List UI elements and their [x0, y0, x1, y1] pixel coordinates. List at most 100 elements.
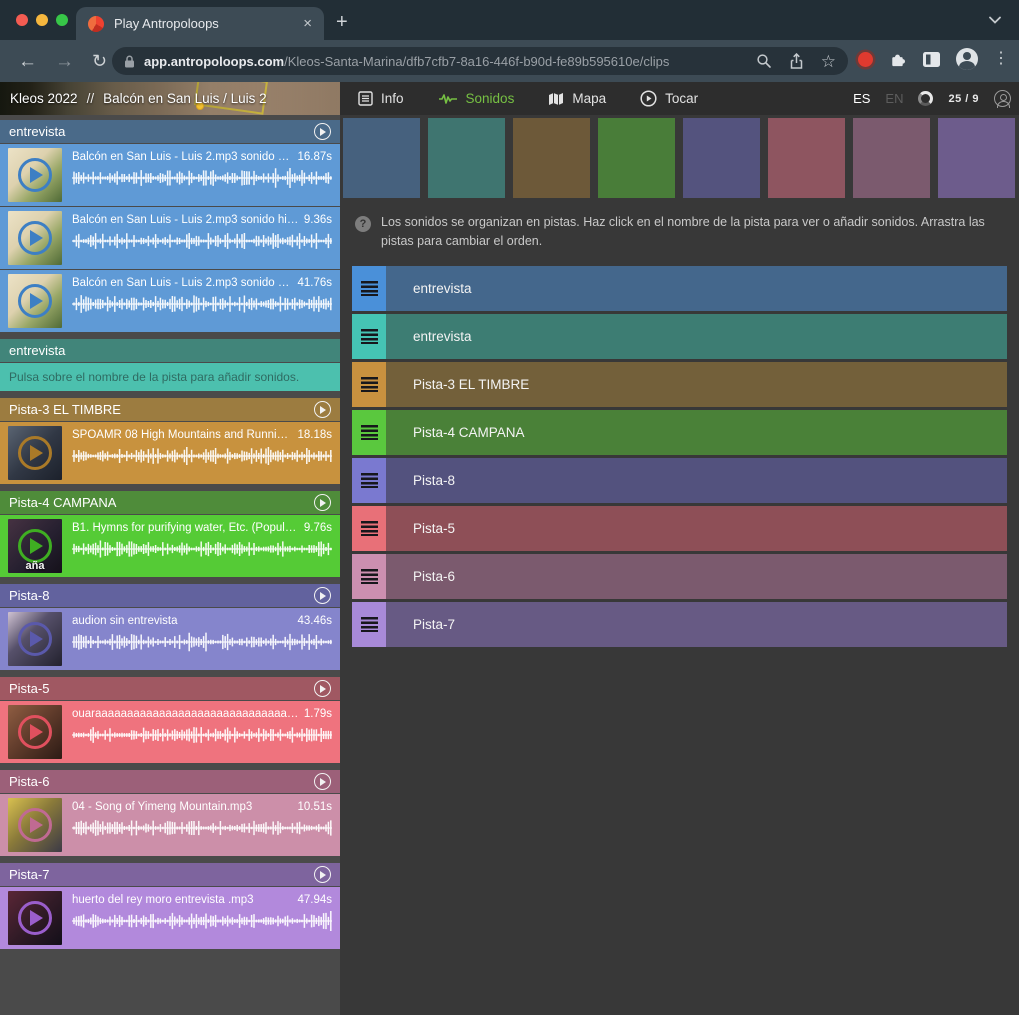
window-zoom-button[interactable]: [56, 14, 68, 26]
track-header[interactable]: entrevista: [0, 120, 340, 143]
new-tab-button[interactable]: +: [336, 12, 348, 32]
track-play-button[interactable]: [314, 773, 331, 790]
track-play-button[interactable]: [314, 123, 331, 140]
clip-play-icon[interactable]: [18, 529, 52, 563]
waveform[interactable]: [72, 911, 332, 931]
account-icon[interactable]: [994, 90, 1011, 107]
browser-menu-icon[interactable]: ⋮: [993, 51, 1009, 67]
clip-thumbnail[interactable]: [8, 798, 62, 852]
lang-en-button[interactable]: EN: [885, 91, 903, 106]
track-header[interactable]: Pista-7: [0, 863, 340, 886]
waveform[interactable]: [72, 231, 332, 251]
chevron-down-icon[interactable]: [989, 16, 1001, 24]
track-color-swatch[interactable]: [683, 118, 760, 198]
audio-clip[interactable]: Balcón en San Luis - Luis 2.mp3 sonido h…: [0, 144, 340, 206]
track-color-swatch[interactable]: [598, 118, 675, 198]
waveform[interactable]: [72, 168, 332, 188]
tab-close-icon[interactable]: ×: [303, 16, 312, 31]
track-color-swatch[interactable]: [938, 118, 1015, 198]
track-color-swatch[interactable]: [513, 118, 590, 198]
track-color-swatch[interactable]: [343, 118, 420, 198]
track-header[interactable]: Pista-6: [0, 770, 340, 793]
clip-play-icon[interactable]: [18, 715, 52, 749]
track-row-entrevista-1[interactable]: entrevista: [352, 266, 1007, 311]
clip-thumbnail[interactable]: [8, 148, 62, 202]
clip-thumbnail[interactable]: [8, 891, 62, 945]
track-row-pista-7[interactable]: Pista-7: [352, 602, 1007, 647]
track-row-entrevista-2[interactable]: entrevista: [352, 314, 1007, 359]
track-row-pista-4[interactable]: Pista-4 CAMPANA: [352, 410, 1007, 455]
clip-play-icon[interactable]: [18, 901, 52, 935]
clip-thumbnail[interactable]: [8, 274, 62, 328]
drag-handle[interactable]: [352, 362, 386, 407]
drag-handle[interactable]: [352, 554, 386, 599]
track-row-label[interactable]: Pista-6: [413, 569, 455, 584]
track-play-button[interactable]: [314, 587, 331, 604]
window-minimize-button[interactable]: [36, 14, 48, 26]
audio-clip[interactable]: 04 - Song of Yimeng Mountain.mp3 10.51s: [0, 794, 340, 856]
audio-clip[interactable]: aña B1. Hymns for purifying water, Etc. …: [0, 515, 340, 577]
track-row-label[interactable]: Pista-5: [413, 521, 455, 536]
side-panel-icon[interactable]: [922, 51, 941, 68]
clip-thumbnail[interactable]: [8, 705, 62, 759]
track-color-swatch[interactable]: [768, 118, 845, 198]
drag-handle[interactable]: [352, 602, 386, 647]
clip-play-icon[interactable]: [18, 808, 52, 842]
audio-clip[interactable]: Balcón en San Luis - Luis 2.mp3 sonido h…: [0, 270, 340, 332]
track-play-button[interactable]: [314, 401, 331, 418]
back-button[interactable]: ←: [18, 52, 37, 71]
clip-thumbnail[interactable]: [8, 612, 62, 666]
drag-handle[interactable]: [352, 314, 386, 359]
track-row-label[interactable]: Pista-7: [413, 617, 455, 632]
track-header[interactable]: Pista-4 CAMPANA: [0, 491, 340, 514]
reload-button[interactable]: ↻: [92, 52, 107, 70]
audio-clip[interactable]: huerto del rey moro entrevista .mp3 47.9…: [0, 887, 340, 949]
clip-play-icon[interactable]: [18, 158, 52, 192]
nav-tocar[interactable]: Tocar: [640, 90, 698, 107]
track-row-pista-5[interactable]: Pista-5: [352, 506, 1007, 551]
lang-es-button[interactable]: ES: [853, 91, 870, 106]
track-header[interactable]: Pista-8: [0, 584, 340, 607]
nav-sonidos[interactable]: Sonidos: [438, 91, 515, 106]
track-header[interactable]: Pista-3 EL TIMBRE: [0, 398, 340, 421]
clip-thumbnail[interactable]: aña: [8, 519, 62, 573]
track-play-button[interactable]: [314, 866, 331, 883]
nav-mapa[interactable]: Mapa: [548, 91, 606, 106]
waveform[interactable]: [72, 818, 332, 838]
nav-info[interactable]: Info: [358, 91, 404, 106]
track-color-swatch[interactable]: [853, 118, 930, 198]
clip-play-icon[interactable]: [18, 622, 52, 656]
drag-handle[interactable]: [352, 266, 386, 311]
browser-tab[interactable]: Play Antropoloops ×: [76, 7, 324, 40]
waveform[interactable]: [72, 539, 332, 559]
track-row-label[interactable]: Pista-8: [413, 473, 455, 488]
track-play-button[interactable]: [314, 494, 331, 511]
share-icon[interactable]: [789, 53, 804, 70]
audio-clip[interactable]: SPOAMR 08 High Mountains and Running ...…: [0, 422, 340, 484]
clip-play-icon[interactable]: [18, 436, 52, 470]
drag-handle[interactable]: [352, 506, 386, 551]
bookmark-star-icon[interactable]: ☆: [821, 53, 836, 70]
audio-clip[interactable]: Balcón en San Luis - Luis 2.mp3 sonido h…: [0, 207, 340, 269]
track-row-pista-6[interactable]: Pista-6: [352, 554, 1007, 599]
breadcrumb-project[interactable]: Kleos 2022: [10, 91, 78, 106]
track-header[interactable]: Pista-5: [0, 677, 340, 700]
track-row-pista-8[interactable]: Pista-8: [352, 458, 1007, 503]
recording-indicator-icon[interactable]: [858, 52, 873, 67]
audio-clip[interactable]: audion sin entrevista 43.46s: [0, 608, 340, 670]
drag-handle[interactable]: [352, 458, 386, 503]
waveform[interactable]: [72, 294, 332, 314]
clip-thumbnail[interactable]: [8, 426, 62, 480]
clip-thumbnail[interactable]: [8, 211, 62, 265]
extensions-puzzle-icon[interactable]: [888, 50, 907, 69]
window-close-button[interactable]: [16, 14, 28, 26]
audio-clip[interactable]: ouaraaaaaaaaaaaaaaaaaaaaaaaaaaaaaaaaaaaa…: [0, 701, 340, 763]
track-play-button[interactable]: [314, 680, 331, 697]
waveform[interactable]: [72, 725, 332, 745]
track-row-pista-3[interactable]: Pista-3 EL TIMBRE: [352, 362, 1007, 407]
zoom-search-icon[interactable]: [756, 53, 772, 69]
address-bar[interactable]: app.antropoloops.com/Kleos-Santa-Marina/…: [112, 47, 848, 75]
waveform[interactable]: [72, 632, 332, 652]
profile-avatar[interactable]: [956, 48, 978, 70]
track-color-swatch[interactable]: [428, 118, 505, 198]
